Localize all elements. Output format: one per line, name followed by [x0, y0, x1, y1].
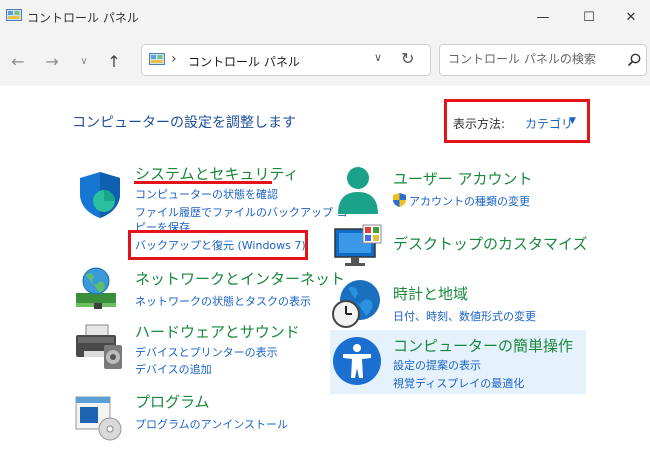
- chevron-down-icon: ∨: [80, 55, 88, 67]
- category-network-internet[interactable]: ネットワークとインターネット: [135, 268, 345, 289]
- recent-locations-button[interactable]: ∨: [73, 50, 95, 72]
- page-title: コンピューターの設定を調整します: [72, 115, 296, 131]
- caret-down-icon[interactable]: ▼: [569, 116, 576, 126]
- link-recommended-settings[interactable]: 設定の提案の表示: [393, 357, 481, 373]
- link-add-device[interactable]: デバイスの追加: [135, 361, 212, 377]
- address-bar[interactable]: › コントロール パネル ∨ ↻: [141, 44, 431, 76]
- category-ease-of-access[interactable]: コンピューターの簡単操作: [393, 335, 573, 356]
- close-button[interactable]: ✕: [612, 0, 650, 34]
- accessibility-icon[interactable]: [332, 336, 382, 386]
- arrow-left-icon: ←: [11, 51, 25, 71]
- link-devices-printers[interactable]: デバイスとプリンターの表示: [135, 344, 278, 360]
- category-clock-region[interactable]: 時計と地域: [393, 283, 468, 304]
- category-user-accounts[interactable]: ユーザー アカウント: [393, 168, 532, 189]
- breadcrumb-control-panel[interactable]: コントロール パネル: [188, 53, 300, 70]
- arrow-right-icon: →: [45, 51, 59, 71]
- link-backup-restore[interactable]: バックアップと復元 (Windows 7): [135, 237, 306, 253]
- programs-icon[interactable]: [74, 393, 124, 441]
- printer-icon[interactable]: [74, 323, 124, 371]
- user-icon[interactable]: [336, 164, 380, 216]
- title-bar: コントロール パネル — ☐ ✕: [0, 0, 650, 34]
- category-programs[interactable]: プログラム: [135, 391, 210, 412]
- breadcrumb-separator-icon[interactable]: ›: [171, 51, 177, 67]
- view-by-dropdown[interactable]: カテゴリ: [525, 115, 573, 132]
- window-title: コントロール パネル: [27, 11, 139, 25]
- link-optimize-display[interactable]: 視覚ディスプレイの最適化: [393, 375, 524, 391]
- control-panel-icon: [6, 9, 22, 21]
- annotation-underline: [134, 181, 272, 184]
- clock-globe-icon[interactable]: [330, 278, 384, 330]
- link-change-account-type[interactable]: アカウントの種類の変更: [409, 193, 530, 209]
- back-button[interactable]: ←: [7, 50, 29, 72]
- up-button[interactable]: ↑: [103, 50, 125, 72]
- view-by-label: 表示方法:: [453, 117, 506, 131]
- navigation-bar: ← → ∨ ↑ › コントロール パネル ∨ ↻: [0, 34, 650, 86]
- maximize-icon: ☐: [583, 9, 595, 25]
- search-input[interactable]: [448, 52, 618, 66]
- minimize-icon: —: [536, 9, 550, 25]
- forward-button[interactable]: →: [41, 50, 63, 72]
- minimize-button[interactable]: —: [520, 0, 566, 34]
- refresh-icon[interactable]: ↻: [401, 49, 414, 68]
- address-dropdown-icon[interactable]: ∨: [374, 51, 382, 64]
- shield-icon[interactable]: [74, 168, 126, 220]
- link-change-date-time-format[interactable]: 日付、時刻、数値形式の変更: [393, 308, 536, 324]
- search-icon[interactable]: [626, 52, 642, 68]
- uac-shield-icon: [393, 193, 406, 207]
- network-globe-icon[interactable]: [74, 265, 122, 311]
- link-network-status[interactable]: ネットワークの状態とタスクの表示: [135, 293, 311, 309]
- link-file-history[interactable]: ファイル履歴でファイルのバックアップ コ: [135, 204, 348, 220]
- view-by-annotation-box: 表示方法: カテゴリ ▼: [444, 99, 590, 143]
- link-check-computer-status[interactable]: コンピューターの状態を確認: [135, 186, 278, 202]
- maximize-button[interactable]: ☐: [566, 0, 612, 34]
- search-box[interactable]: [439, 44, 647, 76]
- monitor-icon[interactable]: [333, 223, 383, 269]
- category-hardware-sound[interactable]: ハードウェアとサウンド: [135, 321, 300, 342]
- arrow-up-icon: ↑: [107, 51, 121, 71]
- category-desktop-customization[interactable]: デスクトップのカスタマイズ: [393, 233, 588, 254]
- close-icon: ✕: [625, 9, 637, 25]
- control-panel-icon: [149, 53, 165, 65]
- link-uninstall-program[interactable]: プログラムのアンインストール: [135, 416, 288, 432]
